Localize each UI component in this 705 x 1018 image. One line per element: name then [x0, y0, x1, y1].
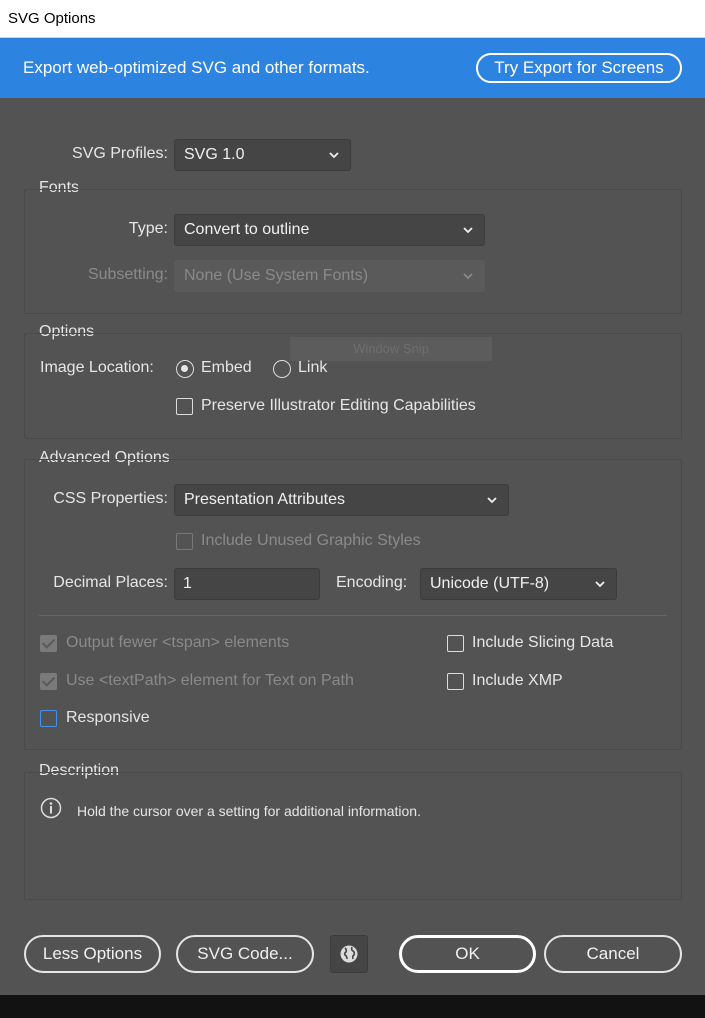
svg-profiles-label: SVG Profiles: — [71, 145, 168, 162]
include-unused-styles-label: Include Unused Graphic Styles — [201, 532, 421, 549]
encoding-label: Encoding: — [336, 574, 408, 591]
responsive-label: Responsive — [66, 709, 150, 726]
font-type-value: Convert to outline — [184, 221, 310, 238]
preserve-editing-label: Preserve Illustrator Editing Capabilitie… — [201, 397, 476, 414]
fonts-group — [24, 189, 682, 314]
subsetting-value: None (Use System Fonts) — [184, 267, 369, 284]
svg-profiles-select[interactable]: SVG 1.0 — [174, 139, 351, 171]
cancel-button[interactable]: Cancel — [544, 935, 682, 973]
include-xmp-label: Include XMP — [472, 672, 563, 689]
embed-radio[interactable] — [176, 360, 194, 378]
description-text: Hold the cursor over a setting for addit… — [77, 803, 421, 819]
preserve-editing-checkbox[interactable] — [176, 398, 193, 415]
svg-code-button[interactable]: SVG Code... — [176, 935, 314, 973]
include-xmp-checkbox[interactable] — [447, 673, 464, 690]
include-unused-styles-checkbox — [176, 533, 193, 550]
svg-profiles-value: SVG 1.0 — [184, 146, 245, 163]
decimal-places-input[interactable]: 1 — [174, 568, 320, 600]
taskbar-strip — [0, 995, 705, 1018]
css-properties-value: Presentation Attributes — [184, 491, 345, 508]
advanced-divider — [39, 615, 667, 616]
use-textpath-checkbox — [40, 673, 57, 690]
description-group — [24, 772, 682, 900]
link-label: Link — [298, 359, 328, 376]
title-bar: SVG Options — [0, 0, 705, 38]
font-type-select[interactable]: Convert to outline — [174, 214, 485, 246]
window-title: SVG Options — [8, 10, 96, 27]
chevron-down-icon — [463, 227, 473, 234]
chevron-down-icon — [329, 152, 339, 159]
image-location-label: Image Location: — [40, 359, 154, 376]
subsetting-select: None (Use System Fonts) — [174, 260, 485, 292]
include-slicing-data-checkbox[interactable] — [447, 635, 464, 652]
decimal-places-label: Decimal Places: — [53, 574, 168, 591]
chevron-down-icon — [463, 273, 473, 280]
embed-label: Embed — [201, 359, 252, 376]
encoding-select[interactable]: Unicode (UTF-8) — [420, 568, 617, 600]
output-fewer-tspan-label: Output fewer <tspan> elements — [66, 634, 290, 651]
encoding-value: Unicode (UTF-8) — [430, 575, 550, 592]
globe-button[interactable] — [330, 935, 368, 973]
info-icon — [40, 797, 62, 819]
css-properties-label: CSS Properties: — [53, 490, 168, 507]
export-banner: Export web-optimized SVG and other forma… — [0, 38, 705, 98]
responsive-checkbox[interactable] — [40, 710, 57, 727]
use-textpath-label: Use <textPath> element for Text on Path — [66, 672, 354, 689]
font-type-label: Type: — [128, 220, 168, 237]
try-export-for-screens-button[interactable]: Try Export for Screens — [476, 53, 682, 83]
link-radio[interactable] — [273, 360, 291, 378]
output-fewer-tspan-checkbox — [40, 635, 57, 652]
ok-button[interactable]: OK — [399, 935, 536, 973]
chevron-down-icon — [595, 581, 605, 588]
banner-text: Export web-optimized SVG and other forma… — [23, 58, 370, 77]
globe-icon — [340, 945, 358, 963]
css-properties-select[interactable]: Presentation Attributes — [174, 484, 509, 516]
chevron-down-icon — [487, 497, 497, 504]
subsetting-label: Subsetting: — [87, 266, 168, 283]
less-options-button[interactable]: Less Options — [24, 935, 161, 973]
include-slicing-data-label: Include Slicing Data — [472, 634, 614, 651]
window-snip-ghost: Window Snip — [290, 337, 492, 361]
